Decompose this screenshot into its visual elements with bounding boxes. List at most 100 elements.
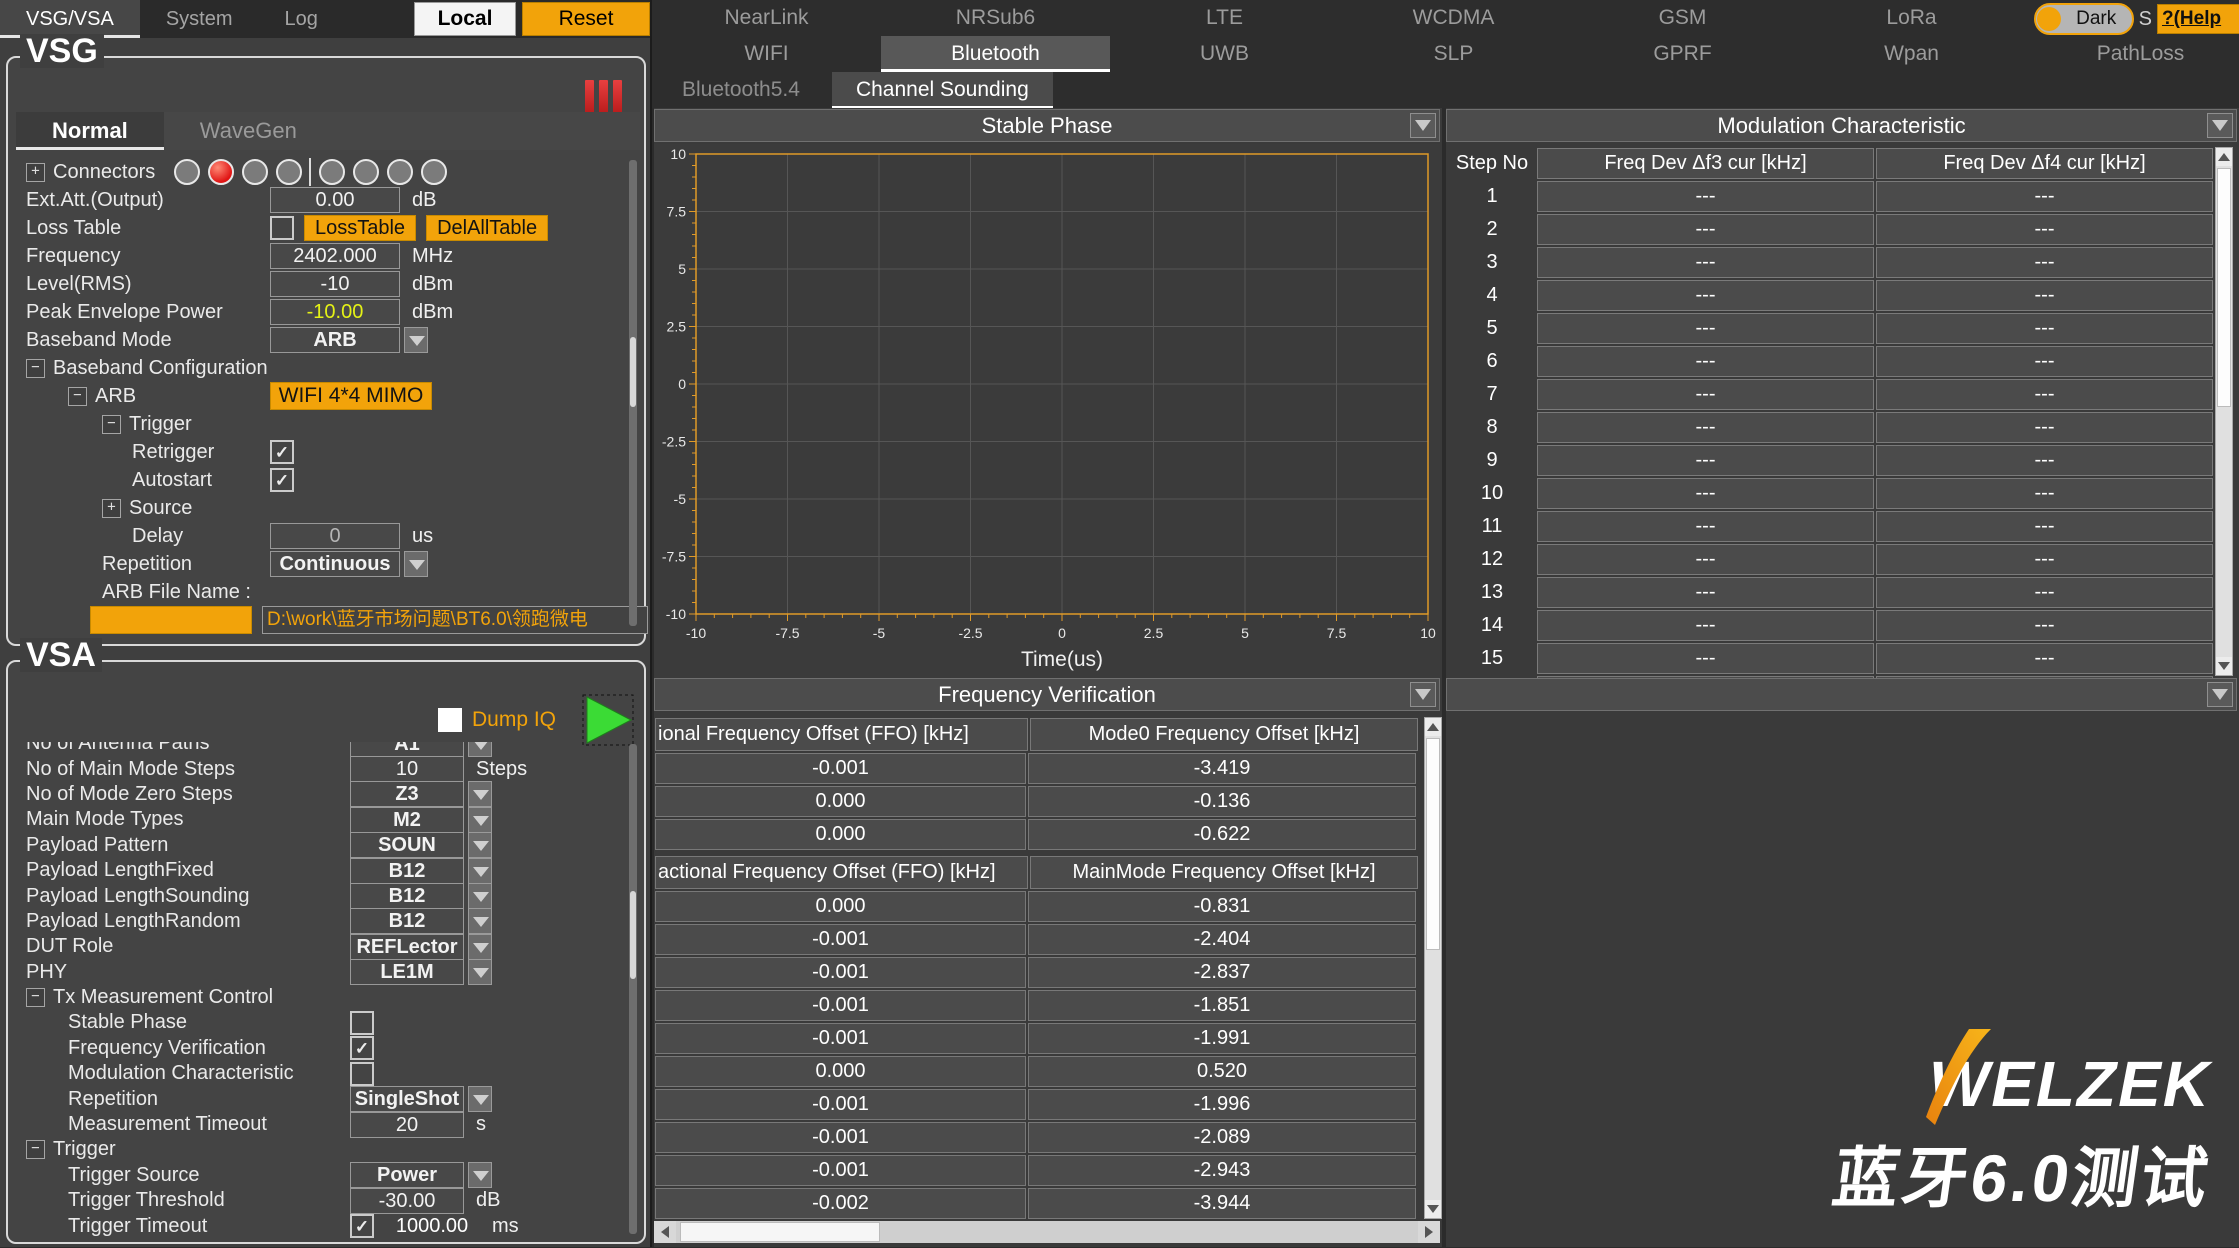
dropdown-value[interactable]: A1: [350, 742, 464, 757]
checked-checkbox[interactable]: [350, 1036, 374, 1060]
value-field[interactable]: -10: [270, 271, 400, 297]
nav-item-wcdma[interactable]: WCDMA: [1339, 0, 1568, 36]
dropdown-value[interactable]: Z3: [350, 781, 464, 807]
tab-wavegen[interactable]: WaveGen: [164, 112, 640, 150]
value-field[interactable]: 20: [350, 1112, 464, 1138]
scroll-right-button[interactable]: [1418, 1221, 1440, 1243]
chevron-down-icon[interactable]: [1410, 682, 1436, 707]
connector-led-1[interactable]: [174, 159, 200, 185]
nav-item-gprf[interactable]: GPRF: [1568, 36, 1797, 72]
chevron-down-icon[interactable]: [2207, 113, 2233, 138]
dropdown-value[interactable]: LE1M: [350, 959, 464, 985]
modulation-table-scrollbar[interactable]: [2215, 147, 2233, 676]
vsg-scrollbar[interactable]: [629, 160, 637, 626]
tab-system[interactable]: System: [140, 0, 259, 38]
checked-checkbox[interactable]: [350, 1214, 374, 1238]
collapse-icon[interactable]: −: [26, 359, 45, 378]
dropdown-value[interactable]: B12: [350, 883, 464, 909]
value-field[interactable]: 10: [350, 756, 464, 782]
losstable-button[interactable]: LossTable: [304, 215, 416, 241]
collapse-icon[interactable]: −: [102, 415, 121, 434]
scrollbar-thumb[interactable]: [1426, 738, 1440, 950]
dropdown-value[interactable]: ARB: [270, 327, 400, 353]
value-field[interactable]: -30.00: [350, 1188, 464, 1214]
chevron-down-icon[interactable]: [468, 883, 492, 909]
connector-led-3[interactable]: [242, 159, 268, 185]
connector-led-4[interactable]: [276, 159, 302, 185]
scrollbar-thumb[interactable]: [630, 891, 636, 979]
nav-item-nearlink[interactable]: NearLink: [652, 0, 881, 36]
chevron-down-icon[interactable]: [468, 934, 492, 960]
nav-item-lora[interactable]: LoRa: [1797, 0, 2026, 36]
nav-item-wpan[interactable]: Wpan: [1797, 36, 2026, 72]
dump-iq-checkbox[interactable]: [438, 708, 462, 732]
unchecked-checkbox[interactable]: [350, 1011, 374, 1035]
chevron-down-icon[interactable]: [404, 327, 428, 353]
chevron-down-icon[interactable]: [468, 807, 492, 833]
nav-item-bluetooth[interactable]: Bluetooth: [881, 36, 1110, 72]
collapse-icon[interactable]: −: [68, 387, 87, 406]
collapse-icon[interactable]: −: [26, 988, 45, 1007]
scroll-up-button[interactable]: [1425, 718, 1441, 736]
expand-icon[interactable]: +: [26, 163, 45, 182]
scroll-up-button[interactable]: [2216, 148, 2232, 166]
dropdown-value[interactable]: B12: [350, 908, 464, 934]
scrollbar-thumb[interactable]: [630, 337, 636, 407]
chevron-down-icon[interactable]: [468, 959, 492, 985]
connector-led-8[interactable]: [421, 159, 447, 185]
chevron-down-icon[interactable]: [1410, 113, 1436, 138]
scrollbar-thumb[interactable]: [2217, 168, 2231, 407]
value-field[interactable]: -10.00: [270, 299, 400, 325]
nav-item-uwb[interactable]: UWB: [1110, 36, 1339, 72]
nav-item-nrsub6[interactable]: NRSub6: [881, 0, 1110, 36]
dropdown-value[interactable]: B12: [350, 858, 464, 884]
reset-button[interactable]: Reset: [522, 2, 650, 36]
play-button[interactable]: [582, 694, 634, 746]
tab-normal[interactable]: Normal: [16, 112, 164, 150]
expand-icon[interactable]: +: [102, 499, 121, 518]
nav-item-slp[interactable]: SLP: [1339, 36, 1568, 72]
tab-log[interactable]: Log: [259, 0, 344, 38]
dropdown-value[interactable]: REFLector: [350, 934, 464, 960]
checked-checkbox[interactable]: [270, 468, 294, 492]
value-field[interactable]: 0: [270, 523, 400, 549]
nav-item-channel-sounding[interactable]: Channel Sounding: [832, 72, 1053, 108]
checked-checkbox[interactable]: [270, 440, 294, 464]
connector-led-2[interactable]: [208, 159, 234, 185]
scroll-down-button[interactable]: [1425, 1200, 1441, 1218]
connector-led-6[interactable]: [353, 159, 379, 185]
chevron-down-icon[interactable]: [468, 1086, 492, 1112]
local-button[interactable]: Local: [414, 2, 516, 36]
dropdown-value[interactable]: Power: [350, 1162, 464, 1188]
delalltable-button[interactable]: DelAllTable: [426, 215, 548, 241]
dark-mode-toggle[interactable]: Dark: [2034, 3, 2134, 35]
value-field[interactable]: 0.00: [270, 187, 400, 213]
scrollbar-thumb[interactable]: [680, 1222, 880, 1242]
nav-item-lte[interactable]: LTE: [1110, 0, 1339, 36]
chevron-down-icon[interactable]: [404, 551, 428, 577]
browse-button[interactable]: [90, 606, 252, 634]
dropdown-value[interactable]: M2: [350, 807, 464, 833]
frequency-tables-scrollbar[interactable]: [1424, 717, 1442, 1219]
horizontal-scrollbar[interactable]: [654, 1221, 1440, 1243]
connector-led-7[interactable]: [387, 159, 413, 185]
value-field[interactable]: 2402.000: [270, 243, 400, 269]
chevron-down-icon[interactable]: [468, 858, 492, 884]
chevron-down-icon[interactable]: [468, 742, 492, 757]
nav-item-pathloss[interactable]: PathLoss: [2026, 36, 2239, 72]
chevron-down-icon[interactable]: [468, 908, 492, 934]
chevron-down-icon[interactable]: [468, 1162, 492, 1188]
nav-item-wifi[interactable]: WIFI: [652, 36, 881, 72]
dropdown-value[interactable]: SingleShot: [350, 1086, 464, 1112]
chevron-down-icon[interactable]: [2207, 682, 2233, 707]
collapse-icon[interactable]: −: [26, 1140, 45, 1159]
nav-item-gsm[interactable]: GSM: [1568, 0, 1797, 36]
scroll-down-button[interactable]: [2216, 657, 2232, 675]
chevron-down-icon[interactable]: [468, 781, 492, 807]
scroll-left-button[interactable]: [654, 1221, 676, 1243]
chevron-down-icon[interactable]: [468, 832, 492, 858]
help-button[interactable]: ?(Help: [2157, 4, 2239, 34]
connector-led-5[interactable]: [319, 159, 345, 185]
unchecked-checkbox[interactable]: [350, 1062, 374, 1086]
dropdown-value[interactable]: SOUN: [350, 832, 464, 858]
